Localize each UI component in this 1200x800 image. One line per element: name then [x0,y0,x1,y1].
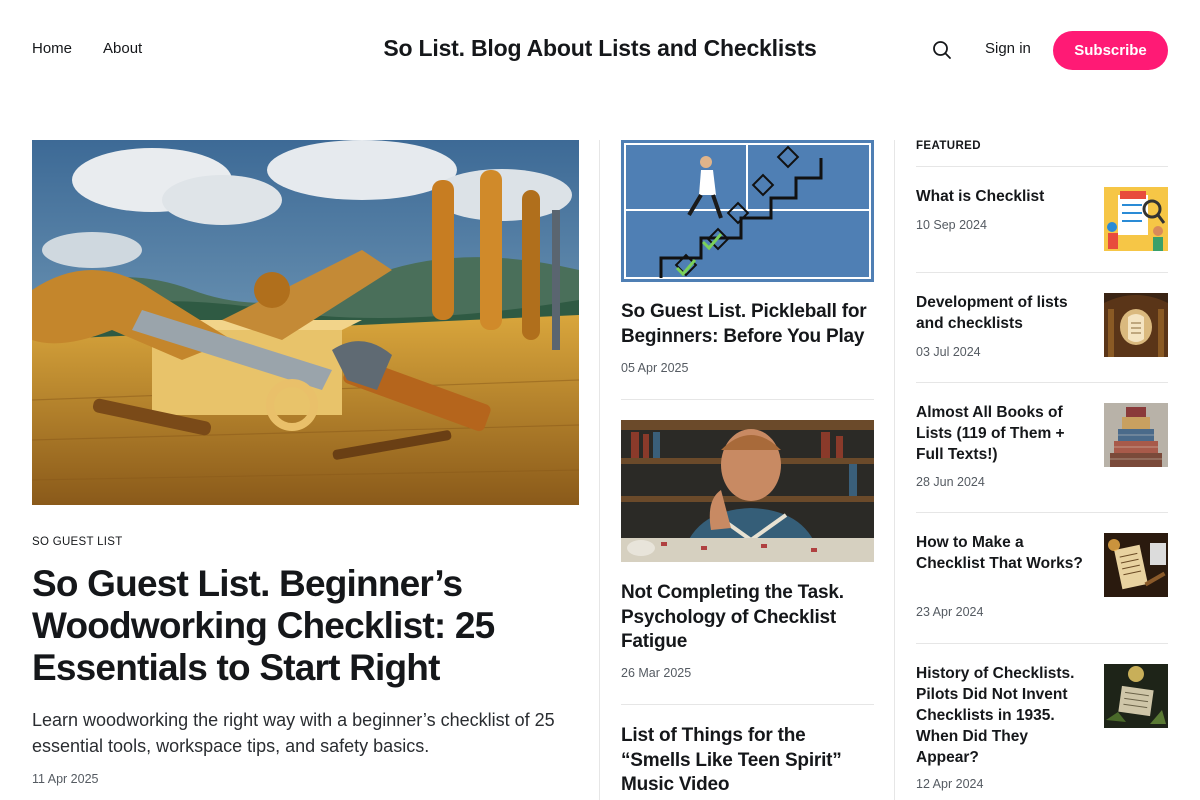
column-divider [894,140,895,800]
main-post-tag[interactable]: SO GUEST LIST [32,536,123,548]
signin-link[interactable]: Sign in [985,40,1031,57]
search-button[interactable] [930,38,954,62]
featured-item-date: 12 Apr 2024 [916,777,984,791]
post-divider [621,704,874,705]
site-title[interactable]: So List. Blog About Lists and Checklists [300,35,900,62]
nav-about-link[interactable]: About [103,40,142,57]
middle-post-title[interactable]: So Guest List. Pickleball for Beginners:… [621,300,874,349]
featured-divider [916,512,1168,513]
main-post-title[interactable]: So Guest List. Beginner’s Woodworking Ch… [32,563,577,689]
main-post-date: 11 Apr 2025 [32,772,99,786]
main-post-image[interactable] [32,140,579,505]
site-header: Home About So List. Blog About Lists and… [0,0,1200,100]
featured-item-thumbnail[interactable] [1104,293,1168,357]
featured-item-date: 28 Jun 2024 [916,475,985,489]
featured-divider [916,382,1168,383]
featured-item-thumbnail[interactable] [1104,533,1168,597]
middle-post-date: 26 Mar 2025 [621,666,692,680]
featured-item-date: 03 Jul 2024 [916,345,981,359]
search-icon [933,41,951,59]
main-post-excerpt: Learn woodworking the right way with a b… [32,710,555,756]
post-divider [621,399,874,400]
featured-item-date: 23 Apr 2024 [916,605,984,619]
featured-divider [916,166,1168,167]
middle-post-title[interactable]: List of Things for the “Smells Like Teen… [621,724,874,798]
featured-divider [916,643,1168,644]
featured-heading: FEATURED [916,140,981,152]
featured-item-title[interactable]: How to Make a Checklist That Works? [916,532,1088,574]
middle-post-date: 05 Apr 2025 [621,361,689,375]
middle-post-image[interactable] [621,140,874,282]
column-divider [599,140,600,800]
subscribe-button[interactable]: Subscribe [1053,31,1168,70]
featured-divider [916,272,1168,273]
featured-item-title[interactable]: Almost All Books of Lists (119 of Them +… [916,402,1088,465]
featured-item-thumbnail[interactable] [1104,664,1168,728]
featured-item-title[interactable]: Development of lists and checklists [916,292,1088,334]
featured-item-title[interactable]: What is Checklist [916,186,1088,207]
featured-item-date: 10 Sep 2024 [916,218,987,232]
nav-home-link[interactable]: Home [32,40,72,57]
featured-item-thumbnail[interactable] [1104,187,1168,251]
featured-item-title[interactable]: History of Checklists. Pilots Did Not In… [916,663,1088,768]
featured-item-thumbnail[interactable] [1104,403,1168,467]
middle-post-title[interactable]: Not Completing the Task. Psychology of C… [621,581,874,655]
middle-post-image[interactable] [621,420,874,562]
